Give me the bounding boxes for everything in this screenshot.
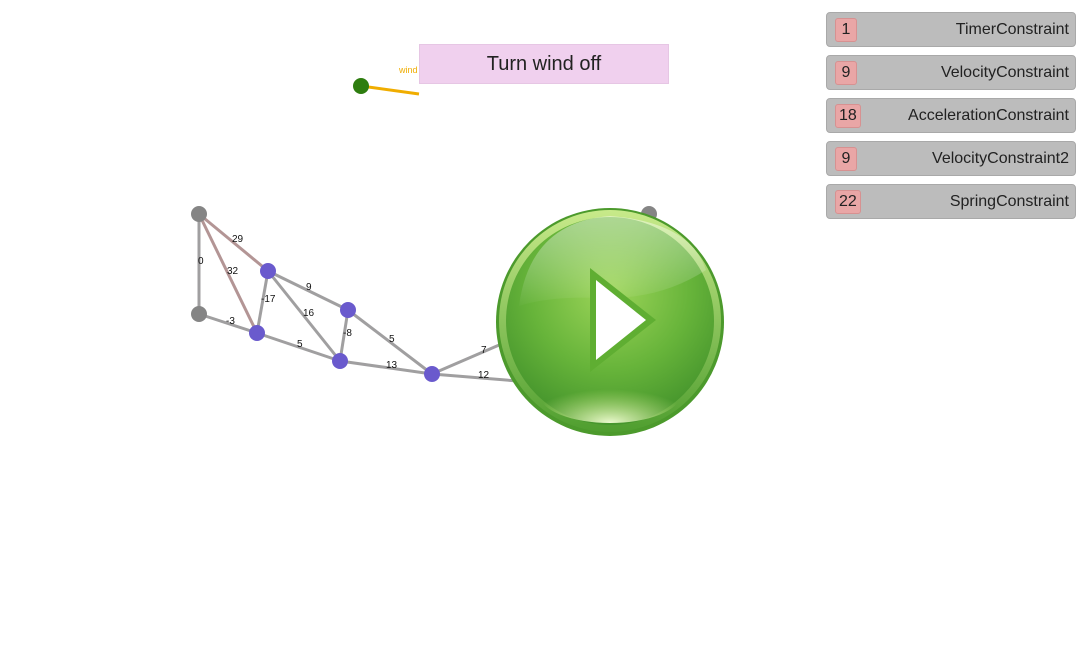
mass-node[interactable] bbox=[424, 366, 440, 382]
wind-direction-line bbox=[360, 84, 420, 96]
edge-label: 16 bbox=[303, 308, 315, 319]
constraint-name: AccelerationConstraint bbox=[908, 106, 1069, 124]
constraint-item-timer[interactable]: 1 TimerConstraint bbox=[826, 12, 1076, 47]
constraint-count-badge: 9 bbox=[835, 61, 857, 85]
wind-indicator: wind bbox=[353, 65, 420, 96]
constraint-count-badge: 18 bbox=[835, 104, 861, 128]
edge-label: 12 bbox=[478, 370, 490, 381]
constraint-name: TimerConstraint bbox=[955, 20, 1069, 38]
edge-label: 0 bbox=[198, 256, 204, 267]
spring-edges bbox=[197, 212, 531, 384]
mass-node[interactable] bbox=[332, 353, 348, 369]
toggle-wind-button[interactable]: Turn wind off bbox=[419, 44, 669, 84]
edge-label: 5 bbox=[297, 339, 303, 350]
wind-anchor-node[interactable] bbox=[353, 78, 369, 94]
edge-label: 13 bbox=[386, 360, 398, 371]
edge-label: -3 bbox=[226, 316, 235, 327]
constraint-name: SpringConstraint bbox=[949, 192, 1069, 210]
edge-label: 32 bbox=[227, 266, 239, 277]
edge-label: 7 bbox=[481, 345, 487, 356]
edge-label: 5 bbox=[389, 334, 395, 345]
constraint-item-acceleration[interactable]: 18 AccelerationConstraint bbox=[826, 98, 1076, 133]
edge-label: -17 bbox=[261, 294, 276, 305]
fixed-node[interactable] bbox=[191, 306, 207, 322]
edge-label: 9 bbox=[306, 282, 312, 293]
mass-node[interactable] bbox=[260, 263, 276, 279]
constraint-item-velocity[interactable]: 9 VelocityConstraint bbox=[826, 55, 1076, 90]
mass-node[interactable] bbox=[340, 302, 356, 318]
constraint-name: VelocityConstraint2 bbox=[932, 149, 1069, 167]
constraint-item-velocity2[interactable]: 9 VelocityConstraint2 bbox=[826, 141, 1076, 176]
wind-label: wind bbox=[398, 65, 418, 75]
edge-label: 29 bbox=[232, 234, 244, 245]
play-button[interactable] bbox=[496, 208, 724, 436]
fixed-node[interactable] bbox=[191, 206, 207, 222]
edge-label: -8 bbox=[343, 328, 352, 339]
simulation-stage[interactable]: wind 29 0 32 -17 -3 9 16 5 -8 5 13 7 12 … bbox=[0, 0, 1084, 650]
mass-node[interactable] bbox=[249, 325, 265, 341]
constraint-count-badge: 9 bbox=[835, 147, 857, 171]
constraint-list: 1 TimerConstraint 9 VelocityConstraint 1… bbox=[826, 12, 1076, 227]
constraint-item-spring[interactable]: 22 SpringConstraint bbox=[826, 184, 1076, 219]
play-button-glow bbox=[540, 367, 680, 423]
constraint-name: VelocityConstraint bbox=[940, 63, 1069, 81]
constraint-count-badge: 22 bbox=[835, 190, 861, 214]
constraint-count-badge: 1 bbox=[835, 18, 857, 42]
